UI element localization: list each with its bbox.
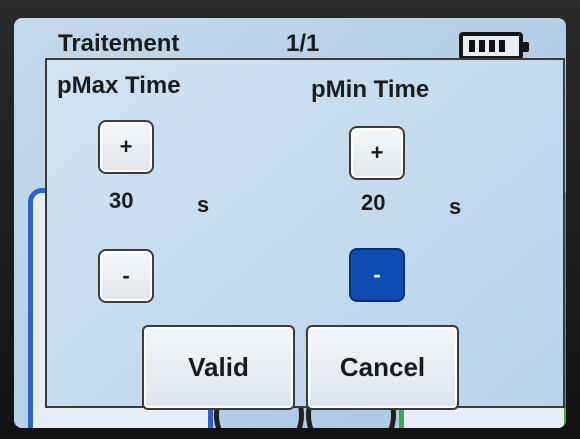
time-settings-dialog: pMax Time pMin Time + 30 s - + 20 s - Va… [45, 58, 565, 410]
page-indicator: 1/1 [286, 30, 320, 57]
pmax-value: 30 [109, 188, 134, 213]
touch-screen: Traitement 1/1 pMax Time pMin Time + 30 … [14, 18, 566, 428]
pmin-value: 20 [361, 190, 386, 215]
pmin-increase-button[interactable]: + [349, 126, 405, 180]
pmax-decrease-button[interactable]: - [98, 249, 154, 303]
pmin-unit: s [449, 194, 462, 219]
pmin-decrease-button[interactable]: - [349, 248, 405, 302]
valid-button[interactable]: Valid [142, 325, 295, 410]
screen-title: Traitement [58, 30, 180, 57]
pmax-unit: s [197, 192, 210, 217]
pmin-time-title: pMin Time [311, 76, 430, 103]
cancel-button[interactable]: Cancel [306, 325, 459, 410]
pmax-time-title: pMax Time [57, 72, 181, 99]
battery-icon [459, 32, 529, 60]
pmax-increase-button[interactable]: + [98, 120, 154, 174]
